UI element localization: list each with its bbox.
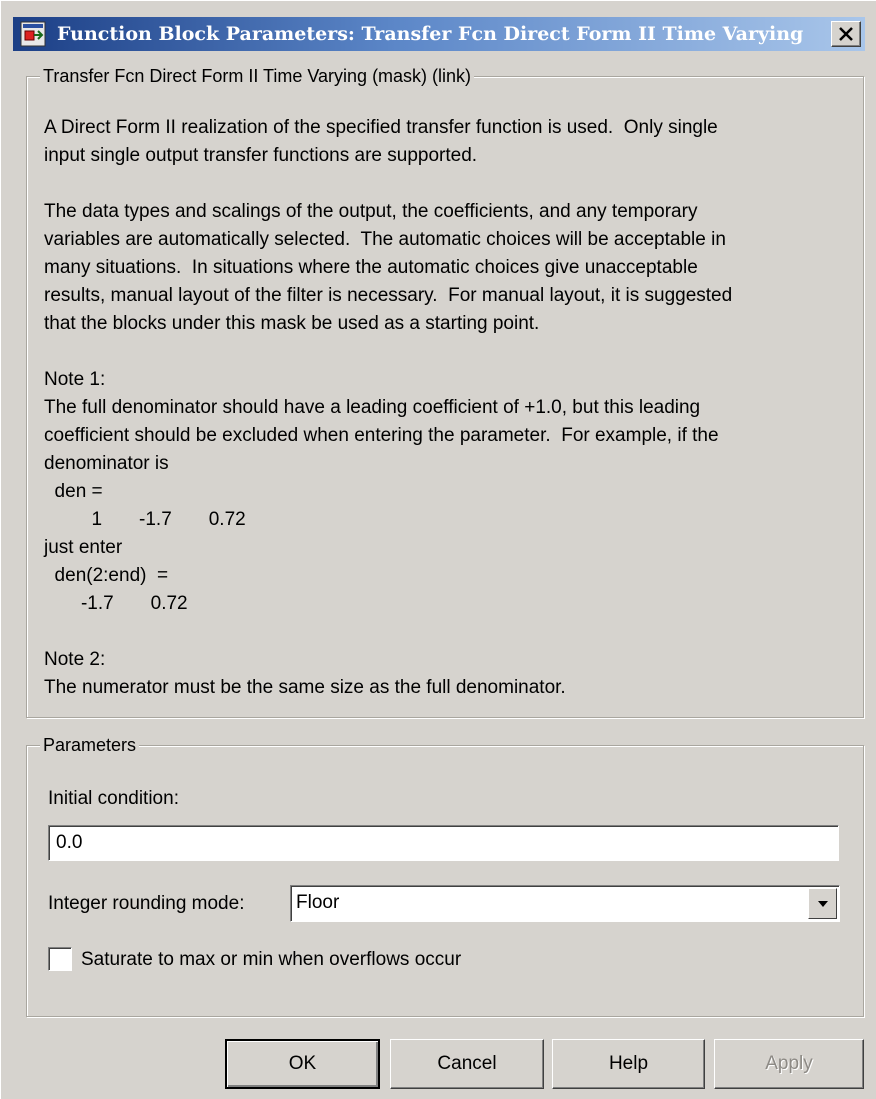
rounding-mode-select[interactable]: Floor	[290, 885, 840, 922]
description-line: denominator is	[44, 453, 169, 474]
dropdown-button[interactable]	[808, 888, 837, 919]
note2-heading: Note 2:	[44, 649, 106, 670]
description-line: many situations. In situations where the…	[44, 257, 698, 278]
description-line: The full denominator should have a leadi…	[44, 397, 701, 418]
cancel-button[interactable]: Cancel	[390, 1039, 544, 1089]
rounding-mode-label: Integer rounding mode:	[48, 893, 245, 914]
description-line: just enter	[44, 537, 123, 558]
saturate-label[interactable]: Saturate to max or min when overflows oc…	[81, 948, 461, 972]
description-line: den =	[44, 481, 103, 502]
saturate-checkbox[interactable]	[48, 947, 72, 971]
title-bar[interactable]: Function Block Parameters: Transfer Fcn …	[13, 17, 865, 51]
description-text: A Direct Form II realization of the spec…	[44, 114, 844, 702]
description-line: -1.7 0.72	[44, 593, 188, 614]
description-line: 1 -1.7 0.72	[44, 509, 246, 530]
description-line: The data types and scalings of the outpu…	[44, 201, 698, 222]
apply-button[interactable]: Apply	[714, 1039, 864, 1089]
description-line: input single output transfer functions a…	[44, 145, 478, 166]
chevron-down-icon	[818, 901, 828, 907]
initial-condition-input[interactable]	[48, 825, 839, 861]
initial-condition-label: Initial condition:	[48, 788, 179, 809]
simulink-block-icon	[20, 21, 46, 47]
description-line: results, manual layout of the filter is …	[44, 285, 733, 306]
description-line: that the blocks under this mask be used …	[44, 313, 540, 334]
note1-heading: Note 1:	[44, 369, 106, 390]
description-line: The numerator must be the same size as t…	[44, 677, 566, 698]
description-line: variables are automatically selected. Th…	[44, 229, 726, 250]
description-line: A Direct Form II realization of the spec…	[44, 117, 718, 138]
ok-button[interactable]: OK	[225, 1039, 380, 1089]
description-line: den(2:end) =	[44, 565, 169, 586]
dialog-window: Function Block Parameters: Transfer Fcn …	[0, 0, 876, 1099]
description-legend: Transfer Fcn Direct Form II Time Varying…	[40, 65, 475, 87]
window-title: Function Block Parameters: Transfer Fcn …	[57, 23, 804, 45]
description-line: coefficient should be excluded when ente…	[44, 425, 719, 446]
parameters-legend: Parameters	[40, 734, 140, 756]
parameters-group: Parameters Initial condition: Integer ro…	[26, 734, 864, 1017]
close-x-icon	[839, 27, 853, 41]
description-group: Transfer Fcn Direct Form II Time Varying…	[26, 65, 864, 718]
help-button[interactable]: Help	[552, 1039, 705, 1089]
close-button[interactable]	[831, 21, 861, 47]
rounding-mode-value: Floor	[296, 892, 340, 913]
